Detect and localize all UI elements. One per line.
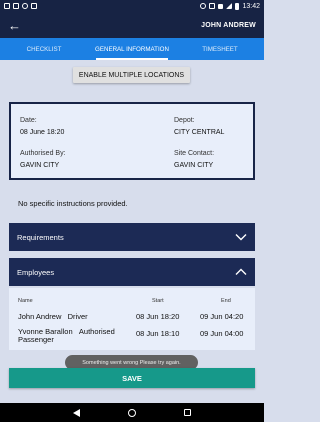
- tab-bar: CHECKLIST GENERAL INFORMATION TIMESHEET: [0, 38, 264, 60]
- requirements-title: Requirements: [17, 232, 64, 242]
- depot-field: Depot: CITY CENTRAL: [174, 116, 224, 137]
- sync-notification-icon: [22, 3, 28, 9]
- system-nav-bar: [0, 403, 264, 422]
- chevron-down-icon[interactable]: [235, 233, 247, 241]
- date-label: Date:: [20, 117, 37, 124]
- main-content[interactable]: ENABLE MULTIPLE LOCATIONS Date: 08 June …: [0, 60, 264, 403]
- table-row-name: John Andrew Driver: [18, 313, 88, 321]
- signal-icon: [226, 3, 233, 9]
- date-field: Date: 08 June 18:20: [20, 116, 64, 137]
- app-notification-icon: [4, 3, 10, 9]
- depot-label: Depot:: [174, 117, 195, 124]
- status-bar: 13:42: [0, 0, 264, 12]
- vibrate-icon: [218, 3, 224, 9]
- save-button[interactable]: SAVE: [9, 368, 255, 388]
- back-arrow-icon[interactable]: ←: [8, 19, 21, 32]
- site-contact-value: GAVIN CITY: [174, 162, 214, 169]
- employee-end: 09 Jun 04:20: [200, 312, 244, 321]
- instructions-text: No specific instructions provided.: [18, 199, 128, 208]
- tab-general-information[interactable]: GENERAL INFORMATION: [88, 38, 176, 60]
- authorised-by-value: GAVIN CITY: [20, 162, 60, 169]
- site-contact-field: Site Contact: GAVIN CITY: [174, 149, 214, 170]
- authorised-by-field: Authorised By: GAVIN CITY: [20, 149, 66, 170]
- employee-role: Driver: [67, 312, 88, 321]
- notification-icons: [4, 3, 37, 9]
- employee-start: 08 Jun 18:10: [136, 329, 180, 338]
- download-notification-icon: [31, 3, 37, 9]
- nav-recents-icon[interactable]: [184, 409, 191, 416]
- table-row-name: Yvonne Barallon Authorised Passenger: [18, 328, 128, 344]
- employee-end: 09 Jun 04:00: [200, 329, 244, 338]
- depot-value: CITY CENTRAL: [174, 129, 225, 136]
- site-contact-label: Site Contact:: [174, 150, 215, 157]
- nav-back-icon[interactable]: [73, 408, 80, 417]
- nav-home-icon[interactable]: [128, 408, 136, 417]
- column-header-name: Name: [18, 298, 33, 304]
- tab-checklist[interactable]: CHECKLIST: [0, 38, 88, 60]
- column-header-end: End: [221, 298, 231, 304]
- status-time: 13:42: [242, 2, 260, 10]
- employee-name: John Andrew: [18, 312, 62, 321]
- app-bar: ← JOHN ANDREW: [0, 12, 264, 38]
- cast-icon: [209, 3, 216, 9]
- chevron-up-icon[interactable]: [235, 268, 247, 276]
- enable-multiple-locations-button[interactable]: ENABLE MULTIPLE LOCATIONS: [73, 67, 190, 83]
- requirements-section-header[interactable]: Requirements: [9, 223, 255, 251]
- image-notification-icon: [13, 3, 19, 9]
- employees-title: Employees: [17, 267, 55, 277]
- employees-table: Name Start End John Andrew Driver 08 Jun…: [9, 288, 255, 350]
- employee-start: 08 Jun 18:20: [136, 312, 180, 321]
- job-info-card: Date: 08 June 18:20 Depot: CITY CENTRAL …: [9, 102, 255, 180]
- battery-icon: [235, 2, 240, 10]
- dnd-icon: [200, 3, 207, 9]
- authorised-by-label: Authorised By:: [20, 150, 66, 157]
- column-header-start: Start: [152, 298, 164, 304]
- employees-section-header[interactable]: Employees: [9, 258, 255, 286]
- tab-timesheet[interactable]: TIMESHEET: [176, 38, 264, 60]
- page-title: JOHN ANDREW: [201, 21, 256, 29]
- date-value: 08 June 18:20: [20, 129, 65, 136]
- system-icons: 13:42: [200, 2, 260, 10]
